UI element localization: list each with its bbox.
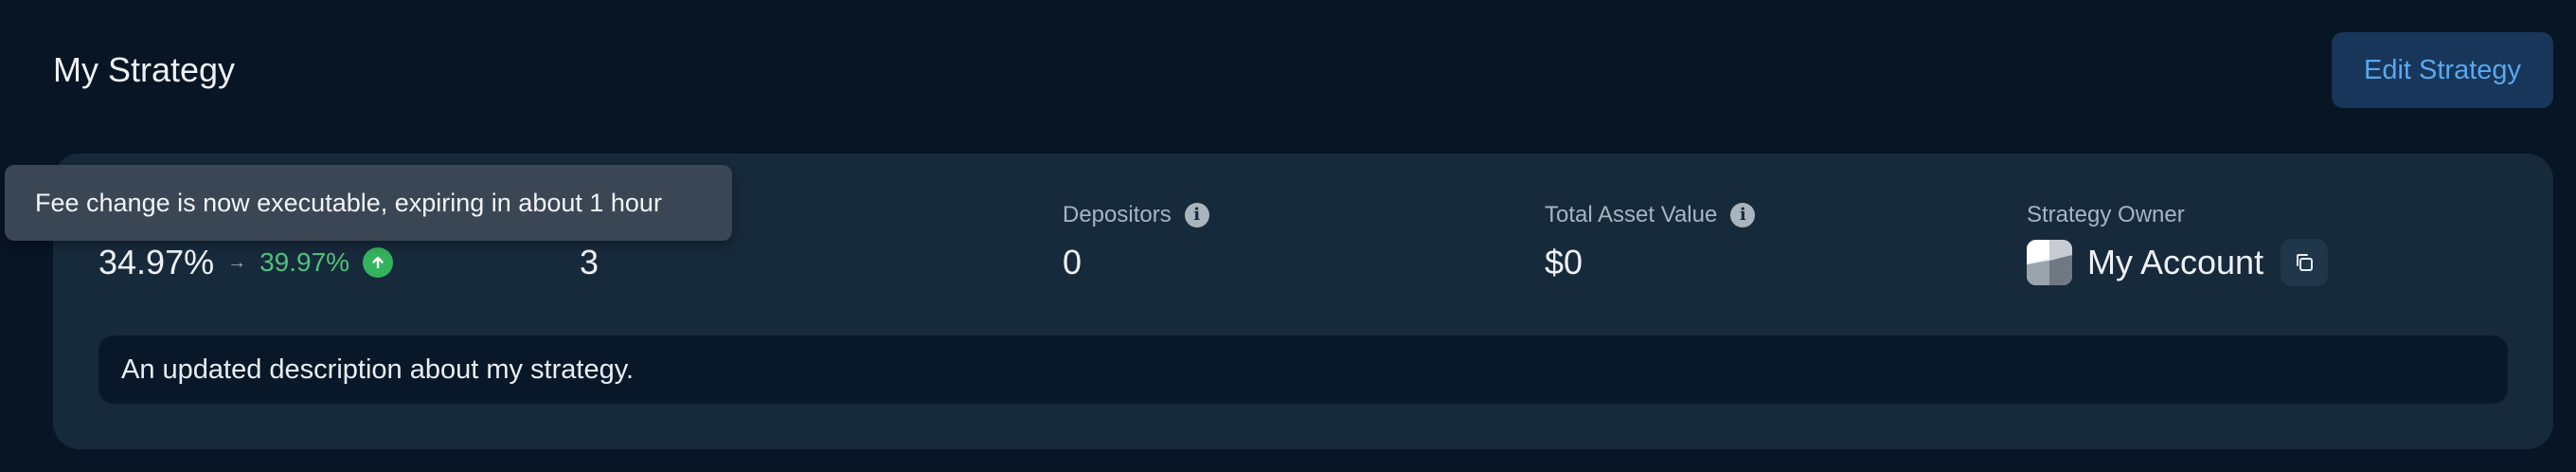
strategy-owner-label-row: Strategy Owner: [2027, 201, 2185, 229]
avatar: [2027, 240, 2072, 285]
avatar-graphic: [2027, 240, 2072, 285]
depositors-label: Depositors: [1063, 202, 1172, 227]
depositors-label-row: Depositors i: [1063, 201, 1209, 229]
total-asset-value: $0: [1545, 243, 1583, 281]
info-icon[interactable]: i: [1184, 203, 1209, 227]
fee-change-tooltip: Fee change is now executable, expiring i…: [5, 165, 732, 241]
owner-name[interactable]: My Account: [2087, 241, 2263, 284]
page-title: My Strategy: [53, 50, 236, 89]
arrow-right-icon: →: [227, 252, 247, 273]
strategy-page: My Strategy Edit Strategy 34.97% → 39.97…: [0, 0, 2576, 472]
arrow-up-glyph: [372, 256, 384, 269]
total-asset-value-label-row: Total Asset Value i: [1545, 201, 1756, 229]
total-asset-value-label: Total Asset Value: [1545, 202, 1718, 227]
copy-icon[interactable]: [2281, 239, 2329, 286]
fee-current-value: 34.97%: [98, 243, 215, 281]
depositors-value: 0: [1063, 243, 1082, 281]
stat-value-count: 3: [580, 243, 599, 281]
strategy-owner-label: Strategy Owner: [2027, 202, 2185, 227]
fee-change-value: 34.97% → 39.97%: [98, 241, 394, 284]
edit-strategy-button[interactable]: Edit Strategy: [2332, 32, 2553, 108]
strategy-description: An updated description about my strategy…: [98, 336, 2508, 404]
arrow-up-circle-icon[interactable]: [363, 247, 394, 278]
info-icon[interactable]: i: [1730, 203, 1756, 227]
strategy-owner: My Account: [2027, 239, 2329, 286]
fee-new-value: 39.97%: [259, 247, 350, 277]
copy-glyph: [2297, 254, 2314, 271]
